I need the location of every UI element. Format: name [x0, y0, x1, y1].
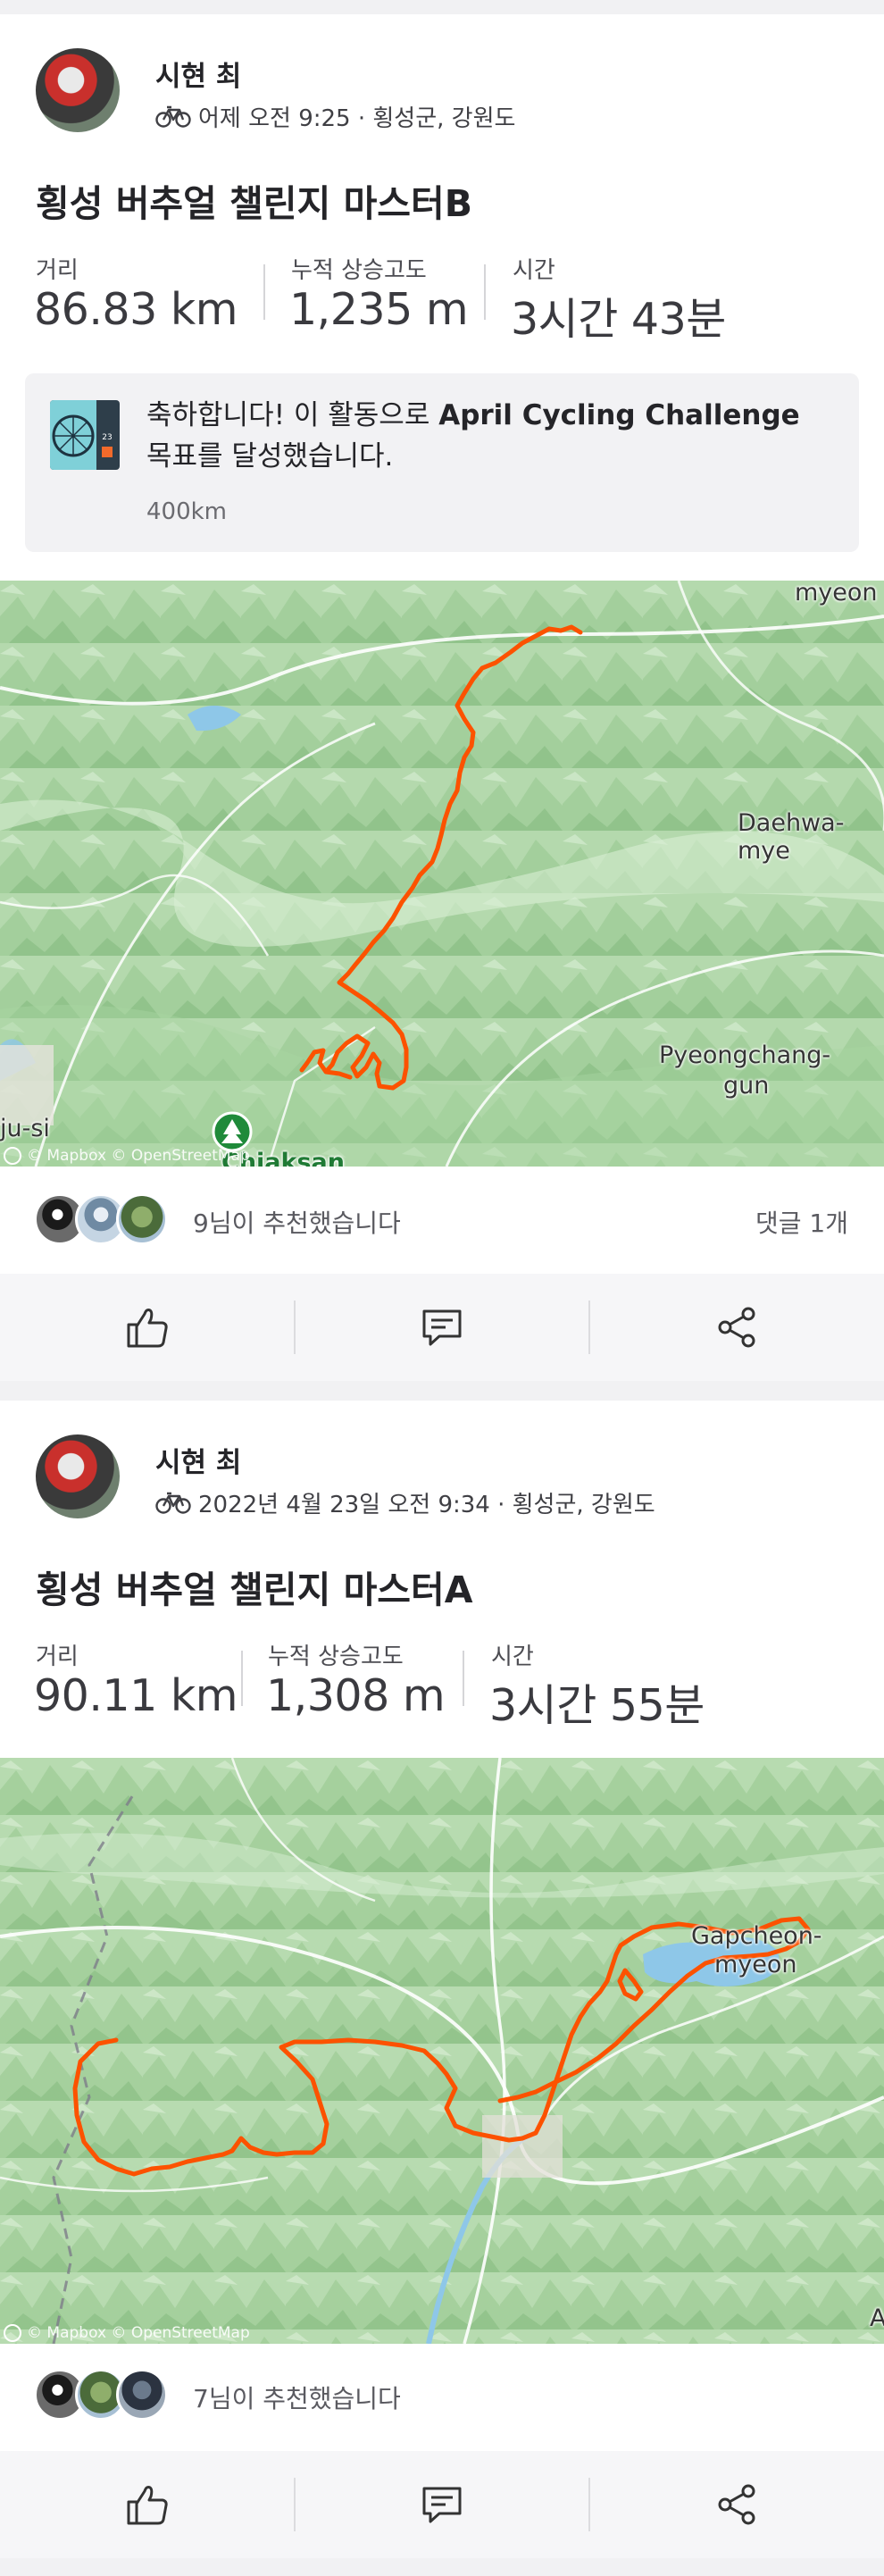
share-button[interactable]: [589, 2451, 884, 2558]
map-label: myeon: [795, 581, 878, 606]
stat-value-elevation: 1,308 m: [266, 1670, 446, 1721]
stat-divider: [463, 1651, 464, 1706]
stat-divider: [241, 1651, 243, 1706]
stat-divider: [263, 264, 265, 320]
action-bar: [0, 2451, 884, 2558]
map-label: Pyeongchang-: [659, 1041, 831, 1069]
bike-icon: [155, 105, 191, 128]
route-map[interactable]: myeon Daehwa-mye Pyeongchang- gun ju-si …: [0, 581, 884, 1167]
map-label: gun: [723, 1072, 770, 1100]
stat-value-time: 3시간 43분: [511, 294, 726, 345]
map-label: Daehwa-mye: [738, 809, 845, 865]
thumbs-up-icon: [127, 2486, 168, 2525]
share-icon: [718, 1307, 755, 1348]
comment-icon: [422, 2487, 462, 2523]
stat-label-time: 시간: [513, 257, 555, 284]
route-map[interactable]: Gapcheon- myeon A © Mapbox © OpenStreetM…: [0, 1758, 884, 2344]
kudos-button[interactable]: [0, 1274, 295, 1381]
stat-value-elevation: 1,235 m: [289, 284, 469, 335]
thumbs-up-icon: [127, 1309, 168, 1348]
map-label: ju-si: [0, 1115, 50, 1142]
activity-card: 시현 최 어제 오전 9:25 · 횡성군, 강원도 횡성 버추얼 챌린지 마스…: [0, 14, 884, 1274]
comment-count[interactable]: 댓글 1개: [755, 1204, 848, 1240]
stat-value-time: 3시간 55분: [489, 1680, 705, 1731]
activity-title[interactable]: 횡성 버추얼 챌린지 마스터B: [36, 173, 472, 227]
athlete-name[interactable]: 시현 최: [155, 54, 241, 94]
share-button[interactable]: [589, 1274, 884, 1381]
map-label: Gapcheon-: [691, 1922, 822, 1950]
svg-text:23: 23: [102, 433, 112, 442]
map-image: [0, 1758, 884, 2344]
activity-datetime-location: 2022년 4월 23일 오전 9:34 · 횡성군, 강원도: [198, 1492, 655, 1518]
stat-label-elevation: 누적 상승고도: [291, 257, 427, 284]
share-icon: [718, 2484, 755, 2525]
activity-title[interactable]: 횡성 버추얼 챌린지 마스터A: [36, 1560, 472, 1613]
activity-datetime-location: 어제 오전 9:25 · 횡성군, 강원도: [198, 105, 516, 132]
stat-label-distance: 거리: [36, 257, 79, 284]
achievement-suffix: 목표를 달성했습니다.: [146, 440, 394, 473]
kudos-count[interactable]: 7님이 추천했습니다: [193, 2379, 401, 2415]
bike-icon: [155, 1492, 191, 1514]
map-attribution[interactable]: © Mapbox © OpenStreetMap: [27, 2324, 250, 2342]
action-bar: [0, 1274, 884, 1381]
achievement-banner[interactable]: 23 축하합니다! 이 활동으로 April Cycling Challenge…: [25, 373, 859, 552]
activity-meta: 2022년 4월 23일 오전 9:34 · 횡성군, 강원도: [155, 1486, 655, 1519]
stat-label-distance: 거리: [36, 1643, 79, 1670]
achievement-prefix: 축하합니다! 이 활동으로: [146, 399, 439, 431]
challenge-name[interactable]: April Cycling Challenge: [438, 399, 799, 431]
achievement-text: 축하합니다! 이 활동으로 April Cycling Challenge 목표…: [146, 395, 834, 477]
map-label: myeon: [714, 1951, 797, 1978]
comment-button[interactable]: [295, 2451, 589, 2558]
avatar: [116, 1193, 168, 1245]
avatar[interactable]: [36, 48, 120, 132]
stat-label-elevation: 누적 상승고도: [268, 1643, 404, 1670]
stat-label-time: 시간: [491, 1643, 534, 1670]
map-attribution[interactable]: © Mapbox © OpenStreetMap: [27, 1147, 250, 1165]
stat-value-distance: 86.83 km: [34, 284, 238, 335]
challenge-badge-icon: 23: [50, 400, 120, 470]
kudos-avatars[interactable]: [34, 2369, 168, 2421]
map-label: A: [870, 2304, 884, 2332]
stat-divider: [484, 264, 486, 320]
avatar[interactable]: [36, 1434, 120, 1518]
comment-icon: [422, 1309, 462, 1346]
stat-value-distance: 90.11 km: [34, 1670, 238, 1721]
avatar: [116, 2369, 168, 2421]
achievement-goal: 400km: [146, 498, 228, 525]
comment-button[interactable]: [295, 1274, 589, 1381]
kudos-count[interactable]: 9님이 추천했습니다: [193, 1204, 401, 1240]
kudos-button[interactable]: [0, 2451, 295, 2558]
athlete-name[interactable]: 시현 최: [155, 1440, 241, 1480]
kudos-avatars[interactable]: [34, 1193, 168, 1245]
activity-meta: 어제 오전 9:25 · 횡성군, 강원도: [155, 100, 515, 133]
activity-card: 시현 최 2022년 4월 23일 오전 9:34 · 횡성군, 강원도 횡성 …: [0, 1401, 884, 2451]
